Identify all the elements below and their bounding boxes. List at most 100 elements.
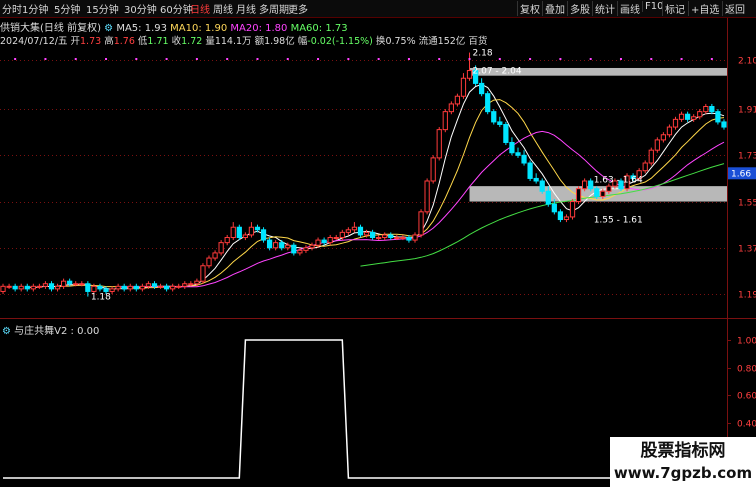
candle-body: [363, 231, 370, 236]
candle-body: [18, 285, 24, 290]
price-annotation: 1.63 - 1.64: [594, 176, 643, 186]
candle-body: [73, 283, 79, 286]
signal-dot: [256, 58, 259, 60]
candle-body: [85, 283, 91, 292]
candle-body: [521, 154, 527, 164]
candle-body: [642, 162, 648, 172]
candle-body: [297, 249, 303, 254]
candle-body: [170, 285, 176, 290]
candle-body: [709, 106, 715, 113]
candle-body: [685, 113, 691, 120]
signal-dot: [438, 58, 441, 60]
candle-body: [315, 239, 321, 246]
candle-body: [357, 226, 364, 236]
candle-body: [539, 180, 545, 192]
candle-body: [485, 93, 491, 113]
kline-chart[interactable]: 2.10 1.91 1.73 1.55 1.37 1.19 1.00 0.80 0.60 0.40…: [0, 0, 756, 487]
candle-body: [648, 149, 654, 164]
candle-body: [121, 285, 127, 290]
candle-body: [236, 226, 242, 239]
candle-body: [582, 180, 588, 190]
candle-body: [24, 285, 30, 290]
candle-body: [218, 242, 224, 254]
indicator-tick-label: 0.40: [737, 420, 756, 430]
signal-dot: [529, 58, 532, 60]
candle-body: [163, 285, 170, 290]
candle-body: [97, 285, 103, 290]
candle-body: [588, 180, 594, 190]
candle-body: [321, 239, 327, 244]
price-annotation: 1.55 - 1.61: [594, 216, 643, 226]
candle-body: [600, 190, 606, 197]
candle-body: [230, 226, 236, 239]
candle-body: [654, 139, 660, 151]
signal-dot: [619, 58, 622, 60]
price-tick-label: 1.91: [738, 106, 756, 116]
candle-body: [666, 126, 673, 136]
candle-body: [715, 111, 721, 123]
price-annotation: 2.18: [473, 49, 493, 59]
candle-body: [54, 285, 61, 290]
candle-body: [48, 283, 55, 290]
signal-dot: [74, 58, 77, 60]
price-tick-label: 1.73: [738, 152, 756, 162]
signal-dot: [680, 58, 683, 60]
signal-dot: [589, 58, 592, 60]
candle-body: [145, 283, 152, 287]
candle-body: [503, 123, 509, 143]
candle-body: [563, 216, 570, 221]
candle-body: [339, 231, 345, 239]
watermark-title: 股票指标网: [640, 441, 726, 461]
candle-body: [291, 244, 297, 254]
candle-body: [491, 111, 497, 123]
candle-body: [133, 285, 139, 290]
signal-dot: [195, 58, 198, 60]
candle-body: [333, 237, 339, 240]
signal-dot: [135, 58, 138, 60]
candle-body: [327, 237, 333, 244]
candle-body: [569, 201, 576, 218]
signal-dot: [650, 58, 653, 60]
candle-body: [309, 244, 315, 249]
watermark-url: www.7gpzb.com: [613, 464, 753, 482]
price-annotation: 2.07 - 2.04: [473, 67, 522, 77]
candle-body: [466, 70, 473, 79]
candle-body: [703, 106, 709, 113]
candle-body: [575, 188, 582, 203]
signal-dot: [14, 58, 17, 60]
candle-body: [721, 121, 727, 128]
candle-body: [42, 283, 49, 287]
candle-body: [91, 285, 97, 292]
candle-body: [182, 283, 188, 287]
candle-body: [260, 229, 267, 241]
candle-body: [418, 211, 424, 236]
candle-body: [400, 237, 406, 240]
candle-body: [691, 116, 697, 120]
price-tick-label: 2.10: [738, 57, 756, 67]
candle-body: [127, 285, 133, 290]
candle-body: [12, 285, 18, 290]
indicator-title: ⚙ 与庄共舞V2 : 0.00: [2, 322, 99, 337]
candle-body: [6, 285, 12, 288]
candle-body: [527, 162, 533, 179]
indicator-tick-label: 1.00: [737, 337, 756, 347]
signal-dot: [498, 58, 501, 60]
candle-body: [382, 234, 388, 239]
signal-dot: [165, 58, 168, 60]
candle-body: [273, 242, 279, 249]
signal-dot: [710, 58, 713, 60]
current-price-label: 1.66: [731, 169, 751, 179]
candle-body: [60, 280, 67, 287]
candle-body: [697, 111, 703, 118]
signal-dot: [407, 58, 410, 60]
candle-body: [224, 237, 230, 244]
candle-body: [594, 188, 600, 197]
candle-body: [672, 118, 679, 128]
settings-icon[interactable]: ⚙: [2, 326, 11, 337]
signal-dot: [468, 58, 471, 60]
candle-body: [412, 234, 418, 241]
candle-body: [151, 283, 158, 287]
candle-body: [285, 244, 291, 249]
signal-dot: [377, 58, 380, 60]
candle-body: [103, 288, 109, 292]
